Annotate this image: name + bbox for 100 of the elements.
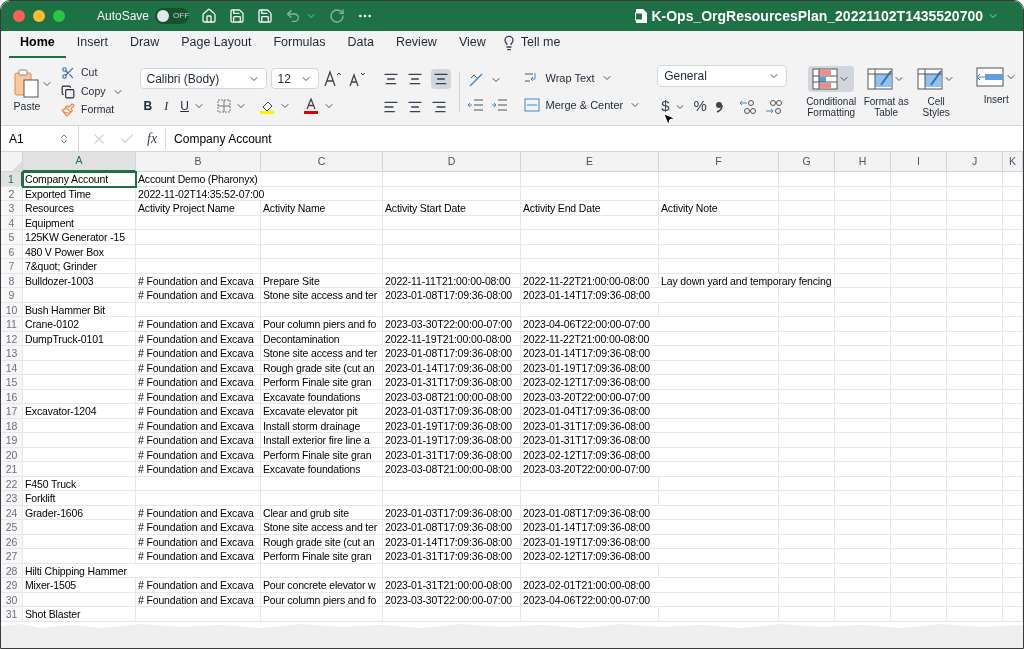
percent-button[interactable]: % [693, 95, 707, 118]
table-cell: Prepare Site [261, 273, 383, 288]
ribbon-tab[interactable]: Draw [119, 33, 171, 58]
insert-function-button[interactable]: fx [147, 128, 167, 149]
table-cell [835, 607, 891, 622]
table-cell [947, 592, 1003, 607]
column-header[interactable]: G [779, 152, 835, 172]
scissors-icon[interactable] [61, 65, 75, 80]
wrap-text-button[interactable]: Wrap Text [545, 70, 595, 87]
column-header[interactable]: F [659, 152, 779, 172]
copy-button[interactable]: Copy [81, 83, 106, 100]
decrease-decimal-icon[interactable] [764, 98, 783, 115]
table-cell: # Foundation and Excava [136, 447, 261, 462]
table-cell: # Foundation and Excava [136, 389, 261, 404]
column-header[interactable]: H [835, 152, 891, 172]
table-cell: # Foundation and Excava [136, 505, 261, 520]
row-header[interactable]: 23 [1, 491, 23, 506]
format-as-table-button[interactable]: Format as Table [863, 95, 910, 118]
row-header[interactable]: 7 [1, 259, 23, 274]
borders-icon[interactable] [216, 99, 231, 113]
table-cell: 2023-01-14T17:09:36-08:00 [383, 534, 521, 549]
copy-icon[interactable] [61, 84, 75, 99]
stepper-icon[interactable] [58, 132, 70, 145]
ribbon-tab[interactable]: Formulas [262, 33, 337, 58]
row-header[interactable]: 13 [1, 346, 23, 361]
merge-cells-icon[interactable] [523, 97, 540, 112]
row-header[interactable]: 1 [1, 172, 23, 187]
orientation-icon[interactable] [467, 71, 486, 88]
table-cell: # Foundation and Excava [136, 534, 261, 549]
table-cell: 2023-03-20T22:00:00-07:00 [521, 462, 779, 477]
cell-styles-button[interactable]: Cell Styles [913, 95, 960, 118]
home-icon[interactable] [201, 8, 218, 24]
table-cell: # Foundation and Excava [136, 288, 261, 303]
cell-styles-icon[interactable] [917, 67, 944, 90]
ribbon-tab[interactable]: Review [384, 33, 448, 58]
table-cell [1003, 360, 1023, 375]
tell-me-button[interactable]: Tell me [520, 33, 561, 52]
row-header[interactable]: 29 [1, 578, 23, 593]
cut-button[interactable]: Cut [81, 64, 98, 81]
increase-indent-icon[interactable] [491, 97, 508, 112]
column-header[interactable]: J [947, 152, 1003, 172]
row-header[interactable]: 31 [1, 607, 23, 622]
italic-button[interactable]: I [164, 97, 169, 115]
decrease-indent-icon[interactable] [467, 97, 484, 112]
increase-decimal-icon[interactable] [738, 98, 757, 115]
ribbon-tab[interactable]: Data [336, 33, 385, 58]
column-header[interactable]: C [261, 152, 383, 172]
column-header[interactable]: A [23, 152, 136, 172]
table-cell: 2023-01-31T17:09:36-08:00 [521, 418, 779, 433]
conditional-formatting-button[interactable]: Conditional Formatting [803, 95, 860, 118]
increase-font-size-icon[interactable] [322, 69, 343, 88]
table-cell [947, 476, 1003, 491]
row-header[interactable]: 5 [1, 230, 23, 245]
table-cell: # Foundation and Excava [136, 404, 261, 419]
column-header[interactable]: D [383, 152, 521, 172]
column-header[interactable]: B [136, 152, 261, 172]
table-cell [947, 520, 1003, 535]
row-header[interactable]: 15 [1, 375, 23, 390]
table-cell [779, 389, 835, 404]
ribbon-tab[interactable]: Insert [65, 33, 119, 58]
close-window-button[interactable] [13, 10, 25, 22]
minimize-window-button[interactable] [33, 10, 45, 22]
zoom-window-button[interactable] [53, 10, 65, 22]
column-header[interactable]: K [1003, 152, 1023, 172]
column-header[interactable]: E [521, 152, 659, 172]
table-cell: 2023-03-08T21:00:00-08:00 [383, 389, 521, 404]
paste-button[interactable]: Paste [13, 68, 41, 115]
table-cell: 2023-01-31T17:09:36-08:00 [383, 549, 521, 564]
row-header[interactable]: 25 [1, 520, 23, 535]
comma-style-icon[interactable] [714, 100, 723, 113]
row-header[interactable]: 17 [1, 404, 23, 419]
merge-center-button[interactable]: Merge & Center [545, 96, 624, 113]
row-header[interactable]: 9 [1, 288, 23, 303]
insert-cells-icon[interactable] [975, 65, 1006, 88]
bold-button[interactable]: B [143, 97, 153, 115]
row-header[interactable]: 3 [1, 201, 23, 216]
row-header[interactable]: 11 [1, 317, 23, 332]
autosave-toggle[interactable]: OFF [155, 8, 190, 24]
table-cell [1003, 389, 1023, 404]
table-cell: # Foundation and Excava [136, 549, 261, 564]
name-box[interactable]: A1 [9, 129, 24, 148]
underline-button[interactable]: U [180, 97, 189, 115]
column-header[interactable]: I [891, 152, 947, 172]
conditional-formatting-icon[interactable] [812, 67, 839, 90]
formula-field[interactable]: Company Account [174, 129, 272, 148]
table-cell [835, 505, 891, 520]
format-as-table-icon[interactable] [867, 67, 894, 90]
font-color-icon[interactable] [302, 98, 319, 114]
insert-button[interactable]: Insert [983, 91, 1009, 107]
row-header[interactable]: 21 [1, 462, 23, 477]
ribbon-tab[interactable]: Page Layout [170, 33, 263, 58]
save-icon[interactable] [229, 8, 246, 24]
row-header[interactable]: 27 [1, 549, 23, 564]
table-cell [947, 389, 1003, 404]
table-cell: 2023-01-14T17:09:36-08:00 [521, 520, 779, 535]
save-as-icon[interactable] [257, 8, 274, 24]
table-cell [1003, 607, 1023, 622]
row-header[interactable]: 19 [1, 433, 23, 448]
format-painter-button[interactable]: Format [81, 102, 115, 119]
ribbon-tab[interactable]: View [447, 33, 497, 58]
